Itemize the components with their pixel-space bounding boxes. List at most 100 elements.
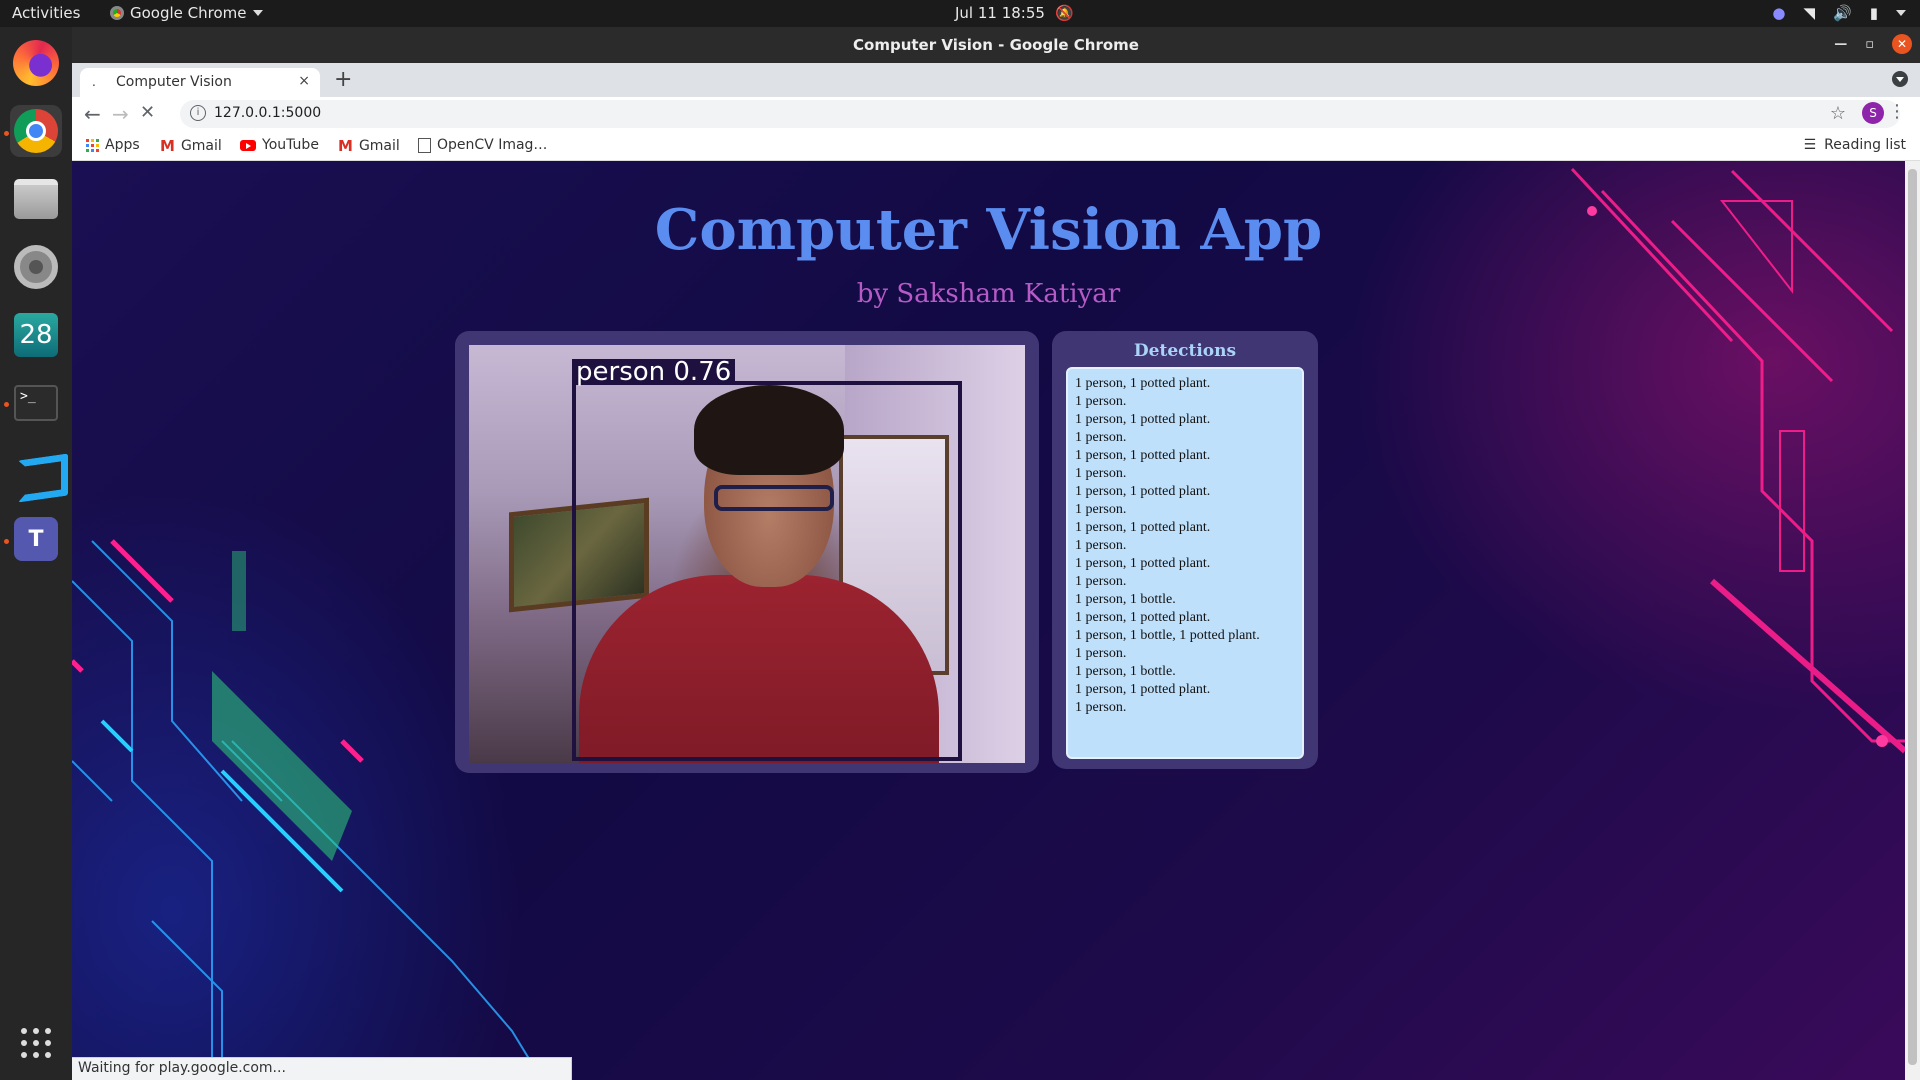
chevron-down-icon <box>252 10 263 16</box>
chevron-down-icon <box>1896 10 1906 16</box>
address-bar[interactable]: i 127.0.0.1:5000 ☆ <box>180 100 1900 128</box>
maximize-button[interactable]: ▫ <box>1865 37 1874 52</box>
detection-entry: 1 person, 1 potted plant. <box>1075 412 1211 427</box>
running-indicator <box>4 402 9 407</box>
detection-entry: 1 person. <box>1075 574 1127 589</box>
close-tab-icon[interactable]: × <box>298 73 310 89</box>
dock-teams[interactable]: T <box>10 513 62 565</box>
chrome-menu-icon[interactable]: ⋮ <box>1888 101 1906 122</box>
detection-entry: 1 person, 1 bottle. <box>1075 664 1176 679</box>
bookmark-label: Apps <box>105 137 140 153</box>
detection-entry: 1 person, 1 bottle, 1 potted plant. <box>1075 628 1260 643</box>
terminal-icon: >_ <box>14 385 58 421</box>
detection-entry: 1 person. <box>1075 430 1127 445</box>
detection-entry: 1 person. <box>1075 538 1127 553</box>
new-tab-button[interactable]: + <box>334 67 352 92</box>
back-button[interactable]: ← <box>84 102 101 126</box>
detections-list[interactable]: 1 person, 1 potted plant. 1 person. 1 pers… <box>1066 367 1304 759</box>
detection-entry: 1 person. <box>1075 466 1127 481</box>
detection-entry: 1 person, 1 potted plant. <box>1075 520 1211 535</box>
chrome-icon <box>14 109 58 153</box>
files-icon <box>14 179 58 219</box>
detections-card: Detections 1 person, 1 potted plant. 1 pe… <box>1052 331 1318 769</box>
dock-settings[interactable] <box>10 241 62 293</box>
dock-firefox[interactable] <box>10 37 62 89</box>
notifications-off-icon: 🔕 <box>1054 4 1074 22</box>
document-icon <box>418 137 431 153</box>
bookmarks-bar: Apps M Gmail YouTube M Gmail OpenCV Imag… <box>72 131 1920 161</box>
url-text[interactable]: 127.0.0.1:5000 <box>214 105 321 121</box>
minimize-button[interactable]: — <box>1834 37 1847 52</box>
bookmark-label: YouTube <box>262 137 319 153</box>
volume-icon: 🔊 <box>1833 4 1852 22</box>
teams-icon: T <box>14 517 58 561</box>
close-window-button[interactable]: ✕ <box>1892 34 1912 54</box>
settings-icon <box>14 245 58 289</box>
window-titlebar[interactable]: Computer Vision - Google Chrome — ▫ ✕ <box>72 27 1920 63</box>
status-bubble: Waiting for play.google.com... <box>72 1057 572 1080</box>
window-controls: — ▫ ✕ <box>1834 34 1912 54</box>
detection-entry: 1 person. <box>1075 394 1127 409</box>
tab-label: Computer Vision <box>116 74 232 90</box>
detection-label: person 0.76 <box>572 359 736 385</box>
tab-computer-vision[interactable]: . Computer Vision × <box>80 68 320 97</box>
dock-files[interactable] <box>10 173 62 225</box>
browser-toolbar: ← → ✕ i 127.0.0.1:5000 ☆ S ⋮ <box>72 97 1920 131</box>
apps-grid-icon <box>86 138 99 152</box>
detection-entry: 1 person, 1 potted plant. <box>1075 484 1211 499</box>
wifi-icon: ◥ <box>1803 4 1816 22</box>
page-viewport: Computer Vision App by Saksham Katiyar p… <box>72 161 1905 1080</box>
dock-vscode[interactable] <box>10 445 62 497</box>
forward-button[interactable]: → <box>112 102 129 126</box>
bookmark-label: Gmail <box>180 138 222 154</box>
page-title: Computer Vision App <box>654 197 1323 263</box>
chrome-window: Computer Vision - Google Chrome — ▫ ✕ . … <box>72 27 1920 1080</box>
bookmark-gmail[interactable]: M Gmail <box>160 137 222 155</box>
tab-favicon: . <box>92 75 96 89</box>
detection-entry: 1 person, 1 potted plant. <box>1075 556 1211 571</box>
system-top-bar: Activities Google Chrome Jul 11 18:55 🔕 … <box>0 0 1920 27</box>
video-card: person 0.76 <box>455 331 1039 773</box>
bookmark-label: Gmail <box>358 138 400 154</box>
running-indicator <box>4 131 9 136</box>
profile-avatar[interactable]: S <box>1862 102 1884 124</box>
detection-entry: 1 person, 1 potted plant. <box>1075 448 1211 463</box>
activities-button[interactable]: Activities <box>12 4 80 22</box>
dock-calendar[interactable]: 28 <box>10 309 62 361</box>
bookmark-opencv[interactable]: OpenCV Imag… <box>418 137 547 153</box>
show-applications-button[interactable] <box>10 1017 62 1069</box>
tab-strip: . Computer Vision × + <box>72 63 1920 97</box>
dock-terminal[interactable]: >_ <box>10 377 62 429</box>
detection-entry: 1 person, 1 potted plant. <box>1075 682 1211 697</box>
detection-entry: 1 person, 1 potted plant. <box>1075 610 1211 625</box>
bookmark-label: OpenCV Imag… <box>437 137 548 153</box>
chrome-icon <box>110 6 124 20</box>
system-tray[interactable]: ● ◥ 🔊 ▮ <box>1772 4 1906 22</box>
app-menu-label: Google Chrome <box>130 4 247 22</box>
tab-search-button[interactable] <box>1892 71 1908 87</box>
detections-title: Detections <box>1133 341 1237 361</box>
app-menu[interactable]: Google Chrome <box>110 4 263 22</box>
green-panel-decoration <box>212 551 352 861</box>
gmail-icon: M <box>160 137 175 155</box>
detection-entry: 1 person. <box>1075 646 1127 661</box>
bookmark-star-icon[interactable]: ☆ <box>1830 103 1846 124</box>
running-indicator <box>4 539 9 544</box>
gmail-icon: M <box>338 137 353 155</box>
desktop: Activities Google Chrome Jul 11 18:55 🔕 … <box>0 0 1920 1080</box>
site-info-icon[interactable]: i <box>190 105 206 121</box>
detection-entry: 1 person, 1 potted plant. <box>1075 376 1211 391</box>
page-scrollbar[interactable] <box>1905 161 1920 1080</box>
stop-loading-button[interactable]: ✕ <box>140 102 155 123</box>
bookmark-gmail-2[interactable]: M Gmail <box>338 137 400 155</box>
vscode-icon <box>14 449 58 493</box>
clock[interactable]: Jul 11 18:55 🔕 <box>955 4 1074 22</box>
reading-list-label: Reading list <box>1824 137 1906 153</box>
dock-chrome[interactable] <box>10 105 62 157</box>
dock: 28 >_ T <box>0 27 72 1080</box>
detection-bounding-box <box>572 381 962 761</box>
bookmark-youtube[interactable]: YouTube <box>240 137 319 153</box>
calendar-icon: 28 <box>14 313 58 357</box>
bookmark-apps[interactable]: Apps <box>86 137 140 153</box>
reading-list-button[interactable]: ☰ Reading list <box>1804 137 1906 153</box>
